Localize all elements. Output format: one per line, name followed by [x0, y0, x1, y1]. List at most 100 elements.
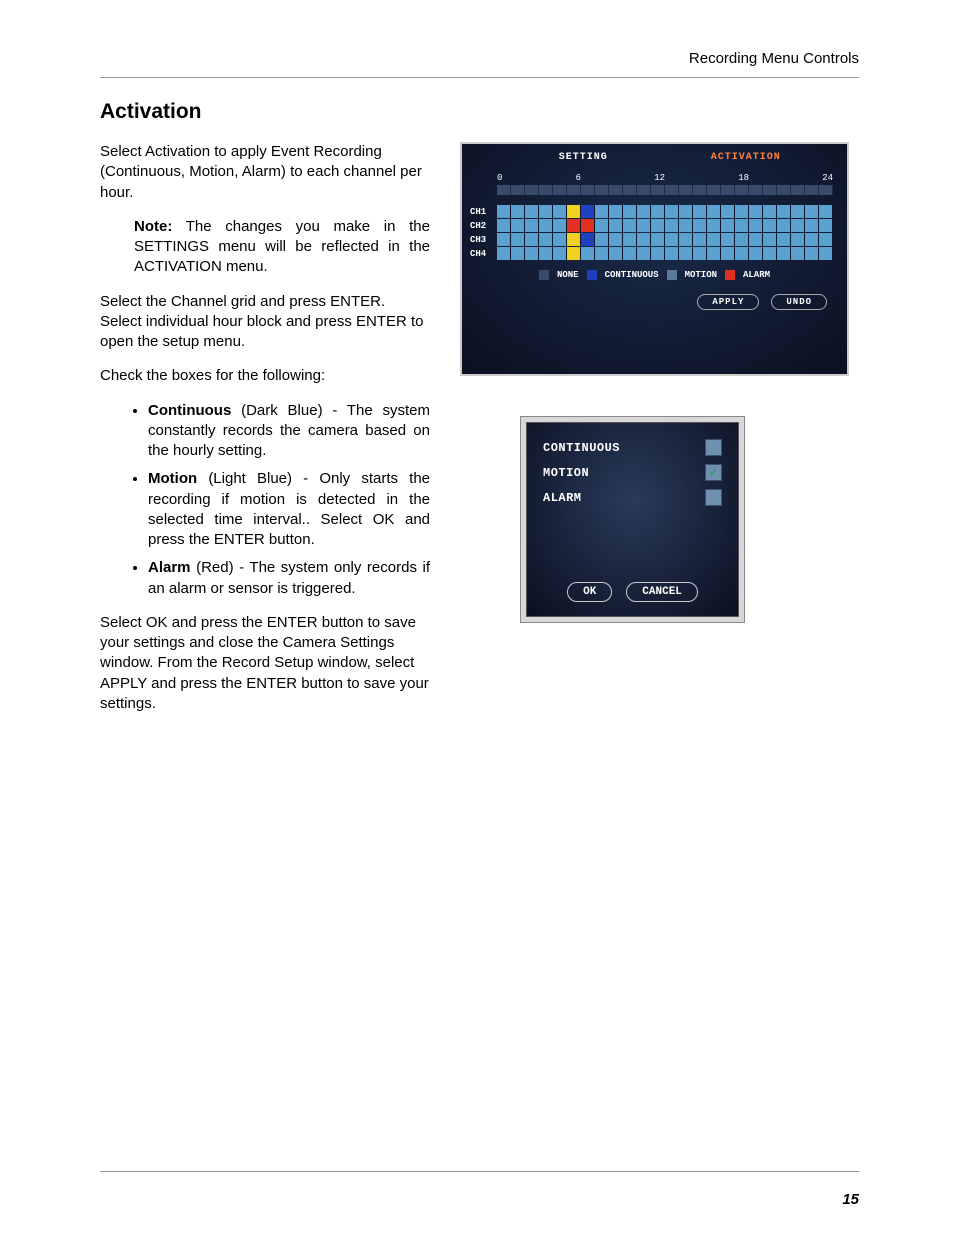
- hour-cell[interactable]: [623, 219, 637, 232]
- hour-cell[interactable]: [679, 233, 693, 246]
- undo-button[interactable]: UNDO: [771, 294, 827, 310]
- hour-cell[interactable]: [721, 219, 735, 232]
- hour-cell[interactable]: [805, 233, 819, 246]
- hour-cell[interactable]: [609, 233, 623, 246]
- hour-cell[interactable]: [553, 233, 567, 246]
- hour-cell[interactable]: [567, 205, 581, 218]
- hour-cell[interactable]: [735, 233, 749, 246]
- hour-cell[interactable]: [665, 219, 679, 232]
- hour-cell[interactable]: [679, 219, 693, 232]
- hour-cell[interactable]: [497, 219, 511, 232]
- hour-cell[interactable]: [735, 247, 749, 260]
- hour-cell[interactable]: [581, 219, 595, 232]
- checkbox[interactable]: [705, 489, 722, 506]
- hour-cell[interactable]: [805, 205, 819, 218]
- hour-cell[interactable]: [539, 233, 553, 246]
- hour-cell[interactable]: [693, 247, 707, 260]
- checkbox[interactable]: ✓: [705, 464, 722, 481]
- hour-cell[interactable]: [819, 205, 833, 218]
- hour-cell[interactable]: [497, 233, 511, 246]
- hour-cell[interactable]: [819, 247, 833, 260]
- hour-cell[interactable]: [763, 247, 777, 260]
- ok-button[interactable]: OK: [567, 582, 612, 602]
- hour-cell[interactable]: [581, 233, 595, 246]
- hour-cell[interactable]: [721, 205, 735, 218]
- hour-cell[interactable]: [665, 233, 679, 246]
- hour-cell[interactable]: [819, 219, 833, 232]
- hour-cell[interactable]: [791, 205, 805, 218]
- hour-cell[interactable]: [637, 247, 651, 260]
- hour-cell[interactable]: [679, 247, 693, 260]
- hour-cell[interactable]: [735, 205, 749, 218]
- hour-cell[interactable]: [511, 233, 525, 246]
- hour-cell[interactable]: [763, 219, 777, 232]
- hour-cell[interactable]: [763, 233, 777, 246]
- hour-cell[interactable]: [637, 233, 651, 246]
- channel-grid[interactable]: [497, 233, 833, 246]
- hour-cell[interactable]: [707, 247, 721, 260]
- hour-cell[interactable]: [539, 205, 553, 218]
- hour-cell[interactable]: [623, 233, 637, 246]
- hour-cell[interactable]: [581, 205, 595, 218]
- hour-cell[interactable]: [637, 219, 651, 232]
- hour-cell[interactable]: [679, 205, 693, 218]
- hour-cell[interactable]: [525, 205, 539, 218]
- hour-cell[interactable]: [497, 247, 511, 260]
- hour-cell[interactable]: [539, 247, 553, 260]
- hour-cell[interactable]: [651, 233, 665, 246]
- hour-cell[interactable]: [777, 205, 791, 218]
- hour-cell[interactable]: [693, 205, 707, 218]
- hour-cell[interactable]: [707, 205, 721, 218]
- hour-cell[interactable]: [567, 219, 581, 232]
- hour-cell[interactable]: [651, 205, 665, 218]
- hour-cell[interactable]: [539, 219, 553, 232]
- hour-cell[interactable]: [707, 219, 721, 232]
- hour-cell[interactable]: [525, 247, 539, 260]
- hour-cell[interactable]: [525, 219, 539, 232]
- tab-setting[interactable]: SETTING: [502, 150, 665, 165]
- hour-cell[interactable]: [637, 205, 651, 218]
- tab-activation[interactable]: ACTIVATION: [665, 150, 828, 165]
- hour-cell[interactable]: [819, 233, 833, 246]
- hour-cell[interactable]: [777, 247, 791, 260]
- hour-cell[interactable]: [553, 219, 567, 232]
- hour-cell[interactable]: [581, 247, 595, 260]
- hour-cell[interactable]: [749, 247, 763, 260]
- hour-cell[interactable]: [749, 219, 763, 232]
- hour-cell[interactable]: [791, 233, 805, 246]
- hour-cell[interactable]: [595, 233, 609, 246]
- hour-cell[interactable]: [595, 205, 609, 218]
- channel-grid[interactable]: [497, 247, 833, 260]
- hour-cell[interactable]: [665, 205, 679, 218]
- hour-cell[interactable]: [567, 233, 581, 246]
- hour-cell[interactable]: [651, 247, 665, 260]
- hour-cell[interactable]: [651, 219, 665, 232]
- hour-cell[interactable]: [791, 247, 805, 260]
- hour-cell[interactable]: [623, 205, 637, 218]
- hour-cell[interactable]: [595, 247, 609, 260]
- hour-cell[interactable]: [749, 205, 763, 218]
- hour-cell[interactable]: [497, 205, 511, 218]
- hour-cell[interactable]: [665, 247, 679, 260]
- hour-cell[interactable]: [553, 205, 567, 218]
- hour-cell[interactable]: [763, 205, 777, 218]
- hour-cell[interactable]: [805, 247, 819, 260]
- hour-cell[interactable]: [511, 247, 525, 260]
- checkbox[interactable]: [705, 439, 722, 456]
- hour-cell[interactable]: [735, 219, 749, 232]
- hour-cell[interactable]: [693, 233, 707, 246]
- cancel-button[interactable]: CANCEL: [626, 582, 698, 602]
- hour-cell[interactable]: [721, 247, 735, 260]
- hour-cell[interactable]: [777, 233, 791, 246]
- hour-cell[interactable]: [707, 233, 721, 246]
- hour-cell[interactable]: [511, 219, 525, 232]
- hour-cell[interactable]: [749, 233, 763, 246]
- hour-cell[interactable]: [805, 219, 819, 232]
- channel-grid[interactable]: [497, 219, 833, 232]
- hour-cell[interactable]: [609, 205, 623, 218]
- hour-cell[interactable]: [777, 219, 791, 232]
- apply-button[interactable]: APPLY: [697, 294, 759, 310]
- hour-cell[interactable]: [567, 247, 581, 260]
- hour-cell[interactable]: [511, 205, 525, 218]
- hour-cell[interactable]: [791, 219, 805, 232]
